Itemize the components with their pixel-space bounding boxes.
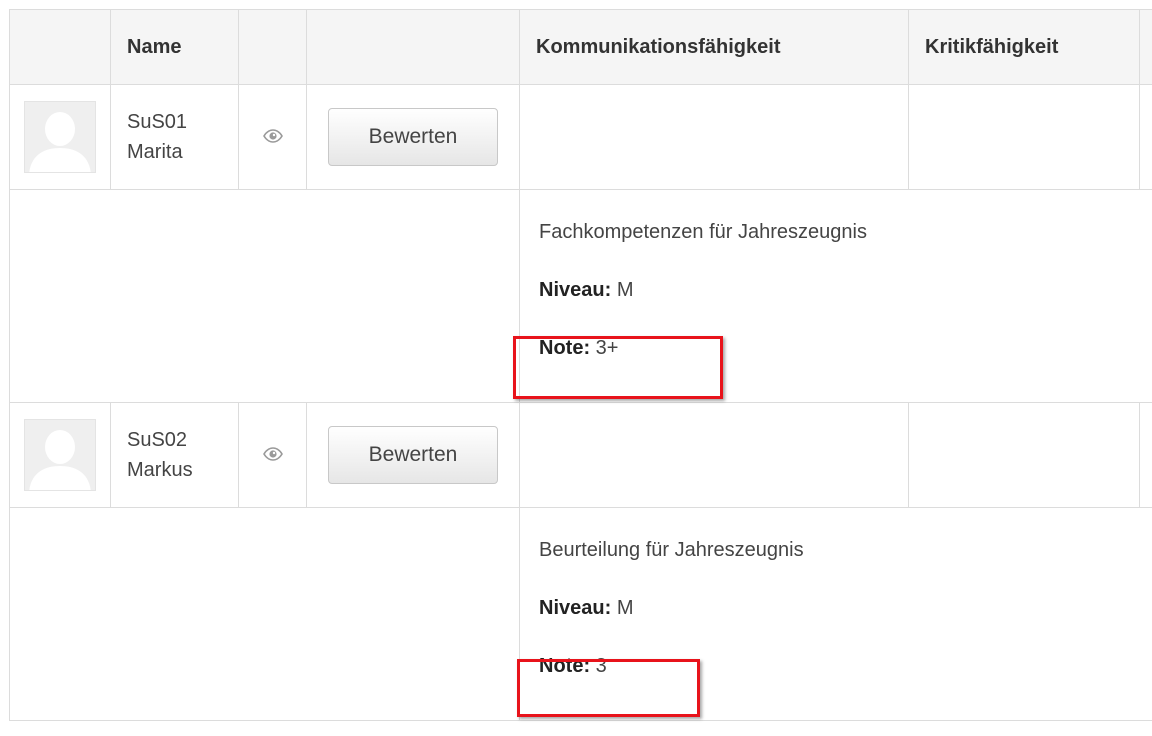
student-code: SuS01 (127, 111, 188, 133)
detail-spacer (9, 507, 520, 721)
eye-icon[interactable] (262, 444, 283, 466)
eye-icon[interactable] (262, 126, 283, 148)
student-first-name: Markus (127, 459, 193, 481)
avatar-placeholder-icon (24, 101, 96, 173)
detail-spacer (9, 189, 520, 403)
bewerten-button[interactable]: Bewerten (328, 108, 498, 166)
kritik-cell[interactable] (908, 84, 1140, 190)
header-action (306, 9, 520, 85)
kommunikation-cell[interactable] (519, 402, 909, 508)
avatar-cell (9, 402, 111, 508)
student-name-cell: SuS02 Markus (110, 402, 239, 508)
student-name-cell: SuS01 Marita (110, 84, 239, 190)
avatar-placeholder-icon (24, 419, 96, 491)
niveau-label: Niveau: (539, 279, 612, 301)
niveau-value: M (616, 279, 634, 301)
header-picture (9, 9, 111, 85)
note-highlight-box (513, 336, 723, 399)
action-cell: Bewerten (306, 402, 520, 508)
student-first-name: Marita (127, 141, 183, 163)
header-view (238, 9, 307, 85)
view-cell (238, 84, 307, 190)
table-row: SuS02 Markus Bewerten (9, 402, 1152, 508)
niveau-line: Niveau: M (539, 579, 1152, 637)
kommunikation-cell[interactable] (519, 84, 909, 190)
table-row: SuS01 Marita Bewerten (9, 84, 1152, 190)
more-cell (1139, 84, 1152, 190)
header-kommunikationsfaehigkeit[interactable]: Kommunikationsfähigkeit (519, 9, 909, 85)
action-cell: Bewerten (306, 84, 520, 190)
note-highlight-box (517, 659, 700, 717)
header-kritikfaehigkeit[interactable]: Kritikfähigkeit (908, 9, 1140, 85)
detail-title: Beurteilung für Jahreszeugnis (539, 539, 804, 561)
avatar-cell (9, 84, 111, 190)
detail-title: Fachkompetenzen für Jahreszeugnis (539, 221, 867, 243)
header-more (1139, 9, 1152, 85)
kritik-cell[interactable] (908, 402, 1140, 508)
more-cell (1139, 402, 1152, 508)
niveau-line: Niveau: M (539, 261, 1152, 319)
table-header-row: Name Kommunikationsfähigkeit Kritikfähig… (9, 9, 1152, 85)
niveau-value: M (616, 597, 634, 619)
bewerten-button[interactable]: Bewerten (328, 426, 498, 484)
header-name[interactable]: Name (110, 9, 239, 85)
niveau-label: Niveau: (539, 597, 612, 619)
view-cell (238, 402, 307, 508)
student-code: SuS02 (127, 429, 188, 451)
